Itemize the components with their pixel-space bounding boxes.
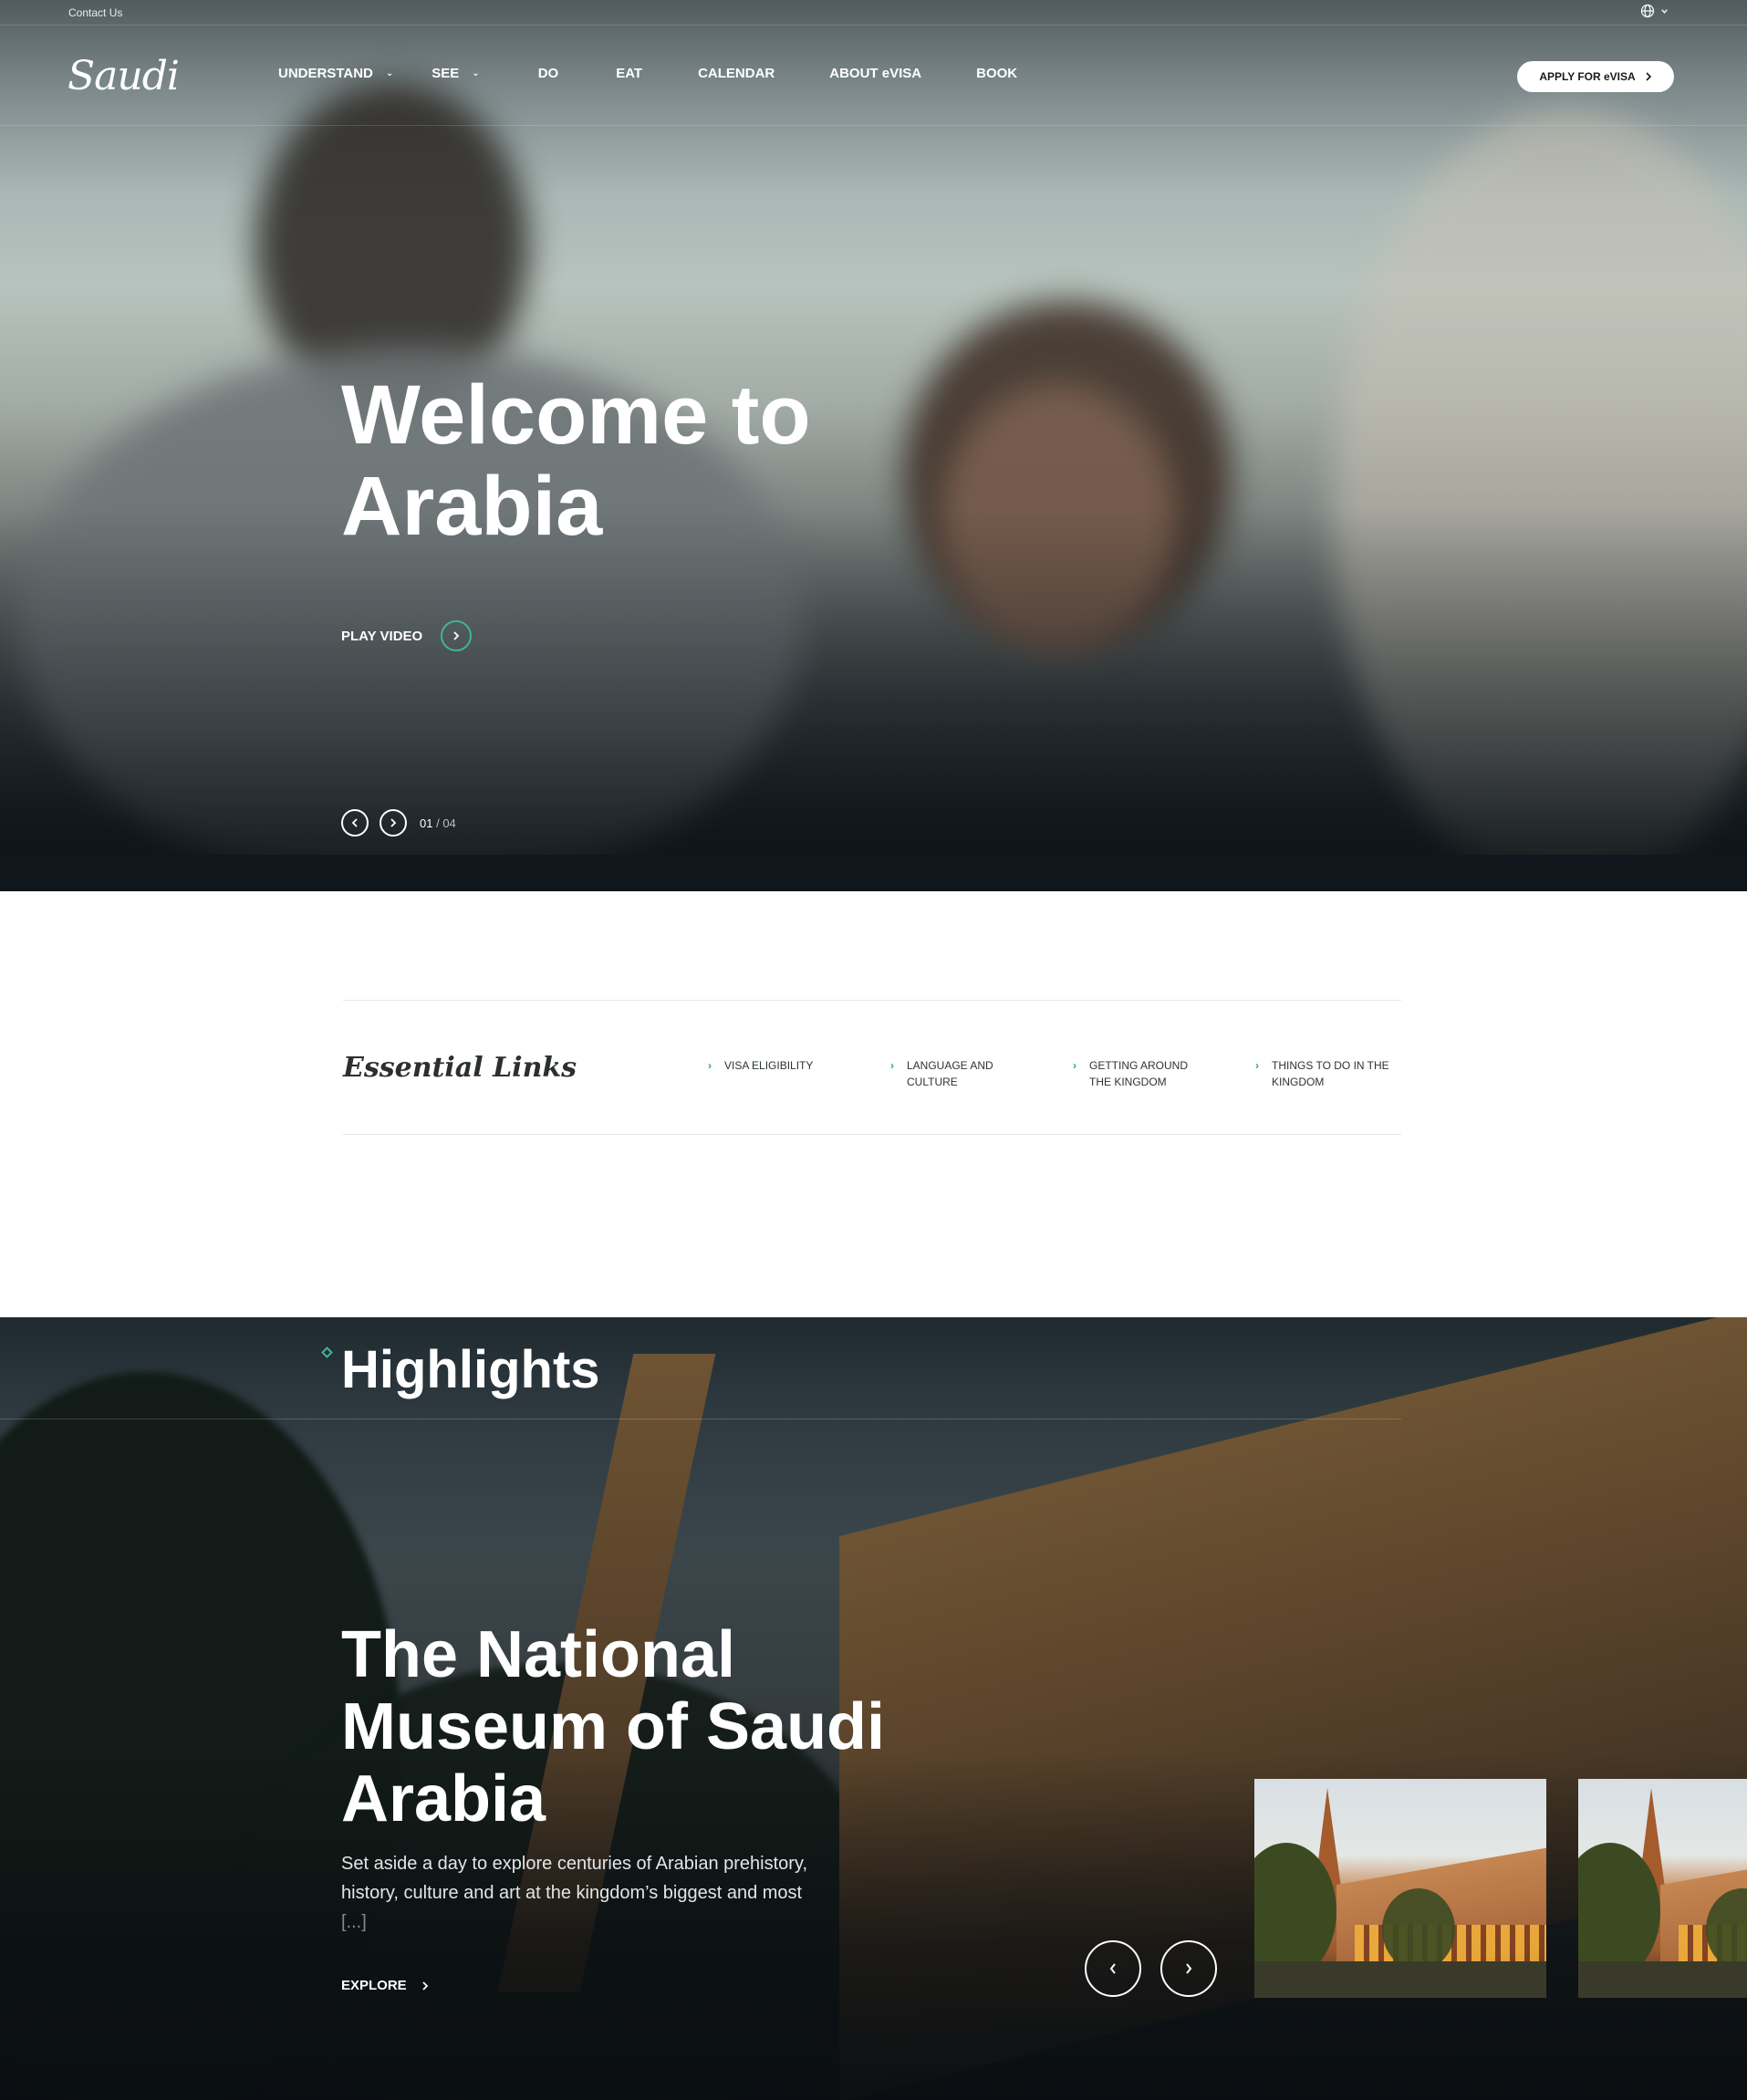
chevron-left-icon xyxy=(351,818,358,827)
highlights-next-button[interactable] xyxy=(1160,1940,1217,1997)
explore-link[interactable]: EXPLORE xyxy=(341,1978,429,1993)
explore-label: EXPLORE xyxy=(341,1978,407,1993)
play-video-label: PLAY VIDEO xyxy=(341,628,423,644)
chevron-right-icon xyxy=(422,1980,428,1991)
highlights-header: Highlights xyxy=(0,1317,1401,1419)
nav-item-label: ABOUT eVISA xyxy=(829,66,922,81)
nav-item-label: EAT xyxy=(616,66,643,81)
essential-links-title: Essential Links xyxy=(343,1052,577,1084)
chevron-down-icon xyxy=(1661,8,1668,14)
hero-pager: 01 / 04 xyxy=(341,809,456,837)
essential-link-language-culture[interactable]: › LANGUAGE AND CULTURE xyxy=(890,1057,1027,1090)
essential-links-section: Essential Links › VISA ELIGIBILITY › LAN… xyxy=(343,1000,1401,1135)
chevron-down-icon: ⌄ xyxy=(385,68,394,78)
hero-slide-current: 01 xyxy=(420,816,433,830)
highlight-thumbnail[interactable] xyxy=(1578,1779,1747,1998)
chevron-right-icon xyxy=(1186,1963,1192,1974)
nav-item-label: UNDERSTAND xyxy=(278,66,373,81)
highlights-title: Highlights xyxy=(341,1340,600,1399)
nav-item-understand[interactable]: UNDERSTAND ⌄ xyxy=(278,66,393,81)
essential-link-label: LANGUAGE AND CULTURE xyxy=(907,1059,993,1088)
nav-item-label: DO xyxy=(537,66,559,81)
highlight-thumbnail[interactable] xyxy=(1254,1779,1546,1998)
highlights-prev-button[interactable] xyxy=(1085,1940,1141,1997)
nav-item-do[interactable]: DO xyxy=(538,66,559,81)
hero-bottom-band xyxy=(0,855,1747,891)
hero-slide-counter: 01 / 04 xyxy=(420,816,456,830)
essential-link-label: THINGS TO DO IN THE KINGDOM xyxy=(1272,1059,1389,1088)
language-selector[interactable] xyxy=(1640,4,1669,18)
chevron-right-icon: › xyxy=(1073,1059,1076,1072)
chevron-right-icon xyxy=(1646,72,1651,81)
feature-title: The National Museum of Saudi Arabia xyxy=(341,1618,886,1835)
diamond-icon xyxy=(321,1346,333,1358)
chevron-right-icon: › xyxy=(1255,1059,1259,1072)
nav-item-about-evisa[interactable]: ABOUT eVISA xyxy=(829,66,921,81)
essential-link-things-to-do[interactable]: › THINGS TO DO IN THE KINGDOM xyxy=(1255,1057,1392,1090)
feature-description: Set aside a day to explore centuries of … xyxy=(341,1849,852,1937)
chevron-right-icon xyxy=(453,631,460,640)
essential-link-label: VISA ELIGIBILITY xyxy=(724,1059,814,1072)
chevron-right-icon: › xyxy=(708,1059,712,1072)
nav-item-calendar[interactable]: CALENDAR xyxy=(698,66,775,81)
contact-us-link[interactable]: Contact Us xyxy=(68,6,122,19)
hero-next-button[interactable] xyxy=(380,809,407,837)
apply-evisa-button[interactable]: APPLY FOR eVISA xyxy=(1517,61,1674,92)
top-utility-bar: Contact Us xyxy=(0,0,1747,26)
nav-item-book[interactable]: BOOK xyxy=(976,66,1017,81)
nav-item-label: BOOK xyxy=(976,66,1018,81)
feature-description-text: Set aside a day to explore centuries of … xyxy=(341,1854,808,1903)
essential-link-getting-around[interactable]: › GETTING AROUND THE KINGDOM xyxy=(1073,1057,1210,1090)
main-nav: UNDERSTAND ⌄ SEE ⌄ DO EAT CALENDAR ABOUT… xyxy=(278,66,1017,81)
hero-prev-button[interactable] xyxy=(341,809,369,837)
hero-title: Welcome to Arabia xyxy=(341,369,811,553)
play-video-control[interactable]: PLAY VIDEO xyxy=(341,620,473,651)
chevron-left-icon xyxy=(1109,1963,1116,1974)
hero-slide-total: / 04 xyxy=(436,816,456,830)
thumb-tree xyxy=(1382,1888,1455,1970)
nav-item-label: SEE xyxy=(432,66,460,81)
nav-item-label: CALENDAR xyxy=(698,66,775,81)
chevron-right-icon: › xyxy=(890,1059,894,1072)
nav-item-eat[interactable]: EAT xyxy=(616,66,642,81)
hero-shade xyxy=(0,508,1747,891)
chevron-right-icon xyxy=(390,818,397,827)
essential-link-visa-eligibility[interactable]: › VISA ELIGIBILITY xyxy=(708,1057,845,1074)
main-navbar: Saudi UNDERSTAND ⌄ SEE ⌄ DO EAT CALENDAR… xyxy=(0,26,1747,126)
essential-link-label: GETTING AROUND THE KINGDOM xyxy=(1089,1059,1189,1088)
nav-item-see[interactable]: SEE ⌄ xyxy=(432,66,479,81)
thumb-ground xyxy=(1254,1961,1546,1998)
globe-icon xyxy=(1640,4,1655,18)
thumb-ground xyxy=(1578,1961,1747,1998)
chevron-down-icon: ⌄ xyxy=(472,68,480,78)
saudi-logo[interactable]: Saudi xyxy=(68,53,180,99)
play-video-button[interactable] xyxy=(441,620,473,651)
feature-read-more[interactable]: [...] xyxy=(341,1912,367,1932)
hero-section: Contact Us Saudi UNDERSTAND ⌄ SEE ⌄ DO E… xyxy=(0,0,1747,891)
apply-evisa-label: APPLY FOR eVISA xyxy=(1539,70,1636,83)
